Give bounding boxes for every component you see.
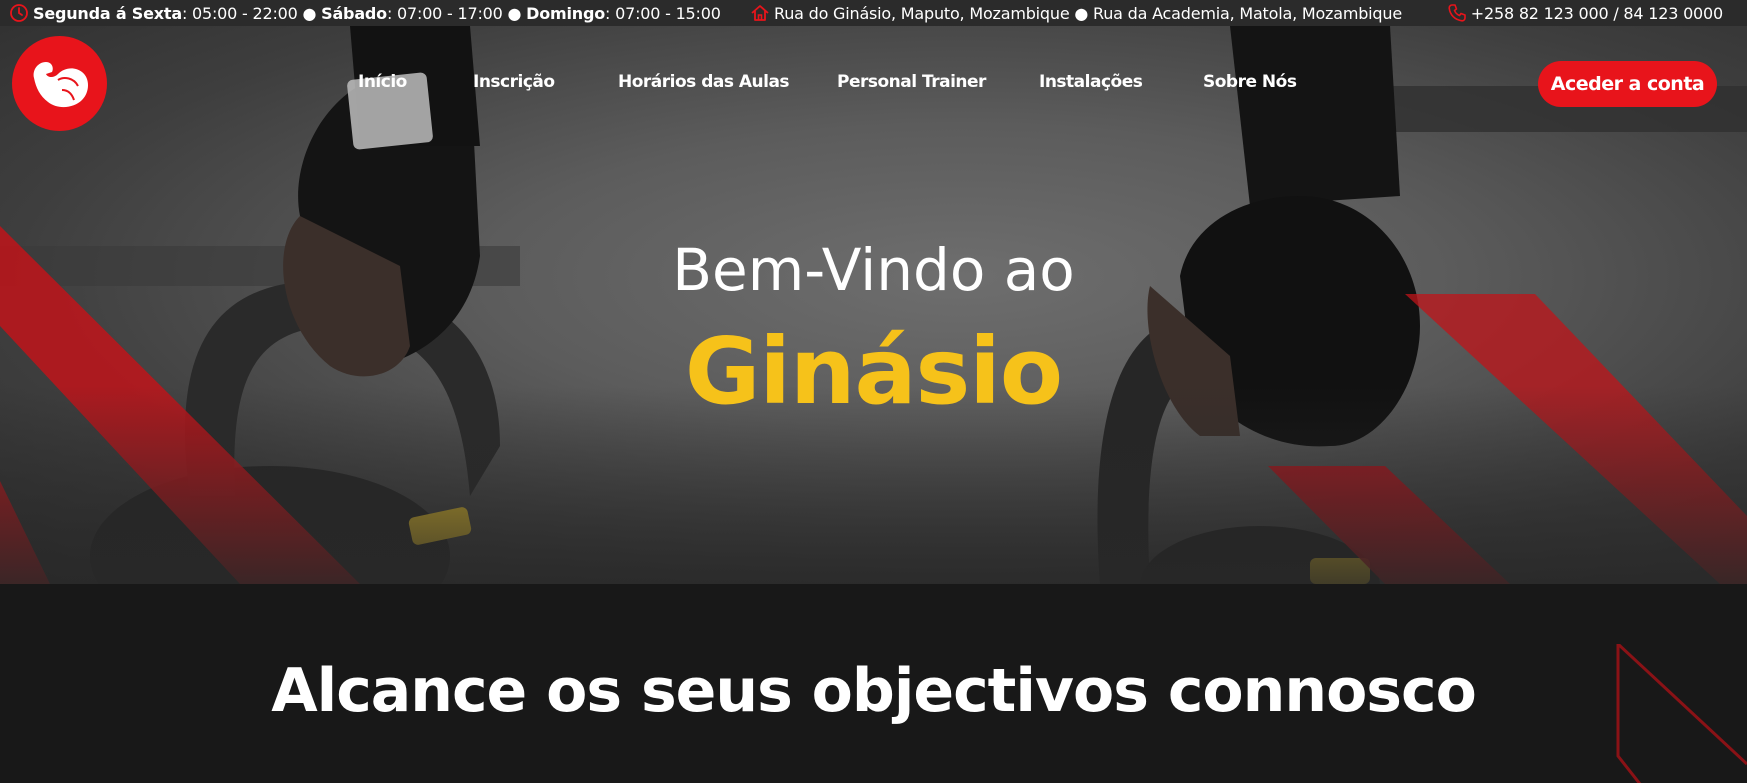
- home-icon: [750, 3, 770, 23]
- flexed-arm-icon: [33, 61, 88, 107]
- phone-icon: [1447, 3, 1467, 23]
- nav-item-inscricao[interactable]: Inscrição: [473, 72, 555, 92]
- hours-saturday-value: : 07:00 - 17:00 ●: [386, 3, 527, 23]
- nav-item-personal-trainer[interactable]: Personal Trainer: [837, 72, 986, 92]
- address-text: Rua do Ginásio, Maputo, Mozambique ● Rua…: [774, 3, 1402, 23]
- nav-item-inicio[interactable]: Início: [358, 72, 407, 92]
- hours-saturday-label: Sábado: [321, 3, 387, 23]
- opening-hours: Segunda á Sexta: 05:00 - 22:00 ● Sábado:…: [9, 0, 721, 26]
- hero-banner: [0, 26, 1747, 584]
- top-info-bar: Segunda á Sexta: 05:00 - 22:00 ● Sábado:…: [0, 0, 1747, 26]
- address-info: Rua do Ginásio, Maputo, Mozambique ● Rua…: [750, 0, 1402, 26]
- login-button[interactable]: Aceder a conta: [1538, 61, 1717, 107]
- hours-sunday-value: : 07:00 - 15:00: [605, 3, 721, 23]
- nav-item-instalacoes[interactable]: Instalações: [1039, 72, 1143, 92]
- phone-text[interactable]: +258 82 123 000 / 84 123 0000: [1471, 4, 1723, 23]
- hours-sunday-label: Domingo: [526, 3, 606, 23]
- nav-item-sobre-nos[interactable]: Sobre Nós: [1203, 72, 1297, 92]
- hours-weekday-value: : 05:00 - 22:00 ●: [181, 3, 322, 23]
- section-heading: Alcance os seus objectivos connosco: [271, 656, 1477, 726]
- hero-gym-name: Ginásio: [684, 318, 1063, 425]
- gym-logo[interactable]: [12, 36, 107, 131]
- phone-info[interactable]: +258 82 123 000 / 84 123 0000: [1447, 0, 1723, 26]
- decorative-outline-shape: [1616, 644, 1747, 783]
- clock-icon: [9, 3, 29, 23]
- hero-welcome-text: Bem-Vindo ao: [672, 236, 1075, 304]
- goals-section: Alcance os seus objectivos connosco: [0, 584, 1747, 783]
- hours-weekday-label: Segunda á Sexta: [33, 3, 182, 23]
- nav-item-horarios[interactable]: Horários das Aulas: [618, 72, 790, 92]
